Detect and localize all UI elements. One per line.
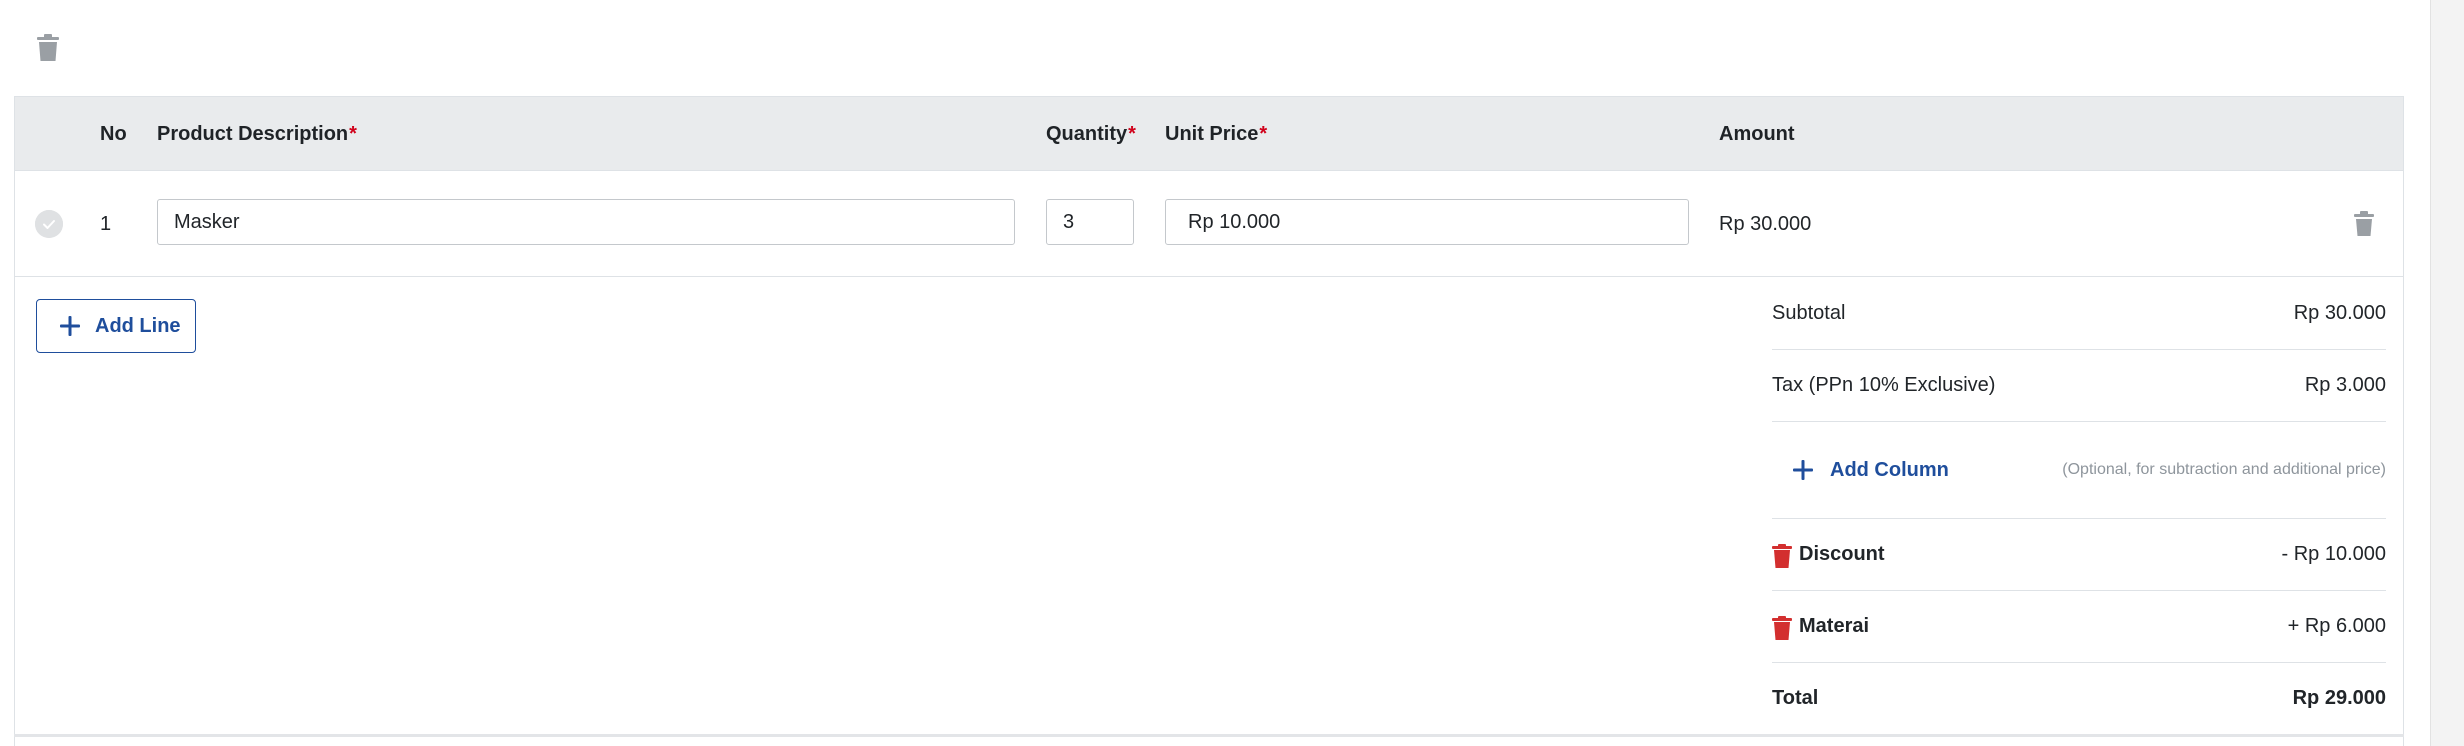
tax-value: Rp 3.000 xyxy=(2304,374,2386,396)
divider xyxy=(1772,518,2386,519)
column-header-unit-price: Unit Price* xyxy=(1165,97,1267,171)
product-description-input[interactable]: Masker xyxy=(157,199,1015,245)
vertical-scrollbar[interactable] xyxy=(2430,0,2464,746)
add-column-label: Add Column xyxy=(1830,459,1949,481)
subtotal-row: Subtotal Rp 30.000 xyxy=(1772,293,2386,333)
required-mark: * xyxy=(349,123,357,145)
column-header-unit-price-label: Unit Price xyxy=(1165,123,1259,145)
required-mark: * xyxy=(1259,123,1268,145)
add-column-button[interactable]: Add Column xyxy=(1792,450,1949,490)
subtotal-value: Rp 30.000 xyxy=(2293,302,2386,324)
materai-label: Materai xyxy=(1799,615,1870,637)
materai-value: + Rp 6.000 xyxy=(2287,615,2386,637)
discount-value: - Rp 10.000 xyxy=(2281,543,2386,565)
delete-materai-trash-icon[interactable] xyxy=(1772,614,1792,640)
column-header-quantity-label: Quantity xyxy=(1046,123,1128,145)
line-items-card: No Product Description* Quantity* Unit P… xyxy=(14,96,2404,746)
tax-label: Tax (PPn 10% Exclusive) xyxy=(1772,374,1996,396)
column-header-product-description: Product Description* xyxy=(157,97,357,171)
extra-column-row-discount: Discount - Rp 10.000 xyxy=(1772,534,2386,574)
column-header-product-description-label: Product Description xyxy=(157,123,349,145)
total-row: Total Rp 29.000 xyxy=(1772,678,2386,718)
plus-icon xyxy=(1793,460,1813,480)
column-header-no: No xyxy=(100,123,127,145)
invoice-line-items-page: No Product Description* Quantity* Unit P… xyxy=(0,0,2464,746)
unit-price-input[interactable]: Rp 10.000 xyxy=(1165,199,1689,245)
add-line-label: Add Line xyxy=(95,315,181,337)
total-label: Total xyxy=(1772,687,1819,709)
required-mark: * xyxy=(1128,123,1136,145)
add-line-button[interactable]: Add Line xyxy=(36,299,196,353)
row-number: 1 xyxy=(100,213,112,235)
subtotal-label: Subtotal xyxy=(1772,302,1846,324)
extra-column-row-materai: Materai + Rp 6.000 xyxy=(1772,606,2386,646)
column-header-quantity: Quantity* xyxy=(1046,97,1136,171)
divider xyxy=(1772,349,2386,350)
add-column-hint: (Optional, for subtraction and additiona… xyxy=(2062,461,2386,478)
add-column-row: Add Column (Optional, for subtraction an… xyxy=(1772,450,2386,490)
row-select-check-circle-icon[interactable] xyxy=(35,210,63,238)
delete-section-trash-icon[interactable] xyxy=(36,34,60,62)
summary-panel: Subtotal Rp 30.000 Tax (PPn 10% Exclusiv… xyxy=(1772,97,2386,746)
plus-icon xyxy=(60,316,80,336)
tax-row: Tax (PPn 10% Exclusive) Rp 3.000 xyxy=(1772,365,2386,405)
quantity-input[interactable]: 3 xyxy=(1046,199,1134,245)
card-bottom-border xyxy=(14,734,2404,737)
divider xyxy=(1772,590,2386,591)
discount-label: Discount xyxy=(1799,543,1885,565)
total-value: Rp 29.000 xyxy=(2292,687,2386,709)
divider xyxy=(1772,662,2386,663)
delete-discount-trash-icon[interactable] xyxy=(1772,542,1792,568)
divider xyxy=(1772,421,2386,422)
